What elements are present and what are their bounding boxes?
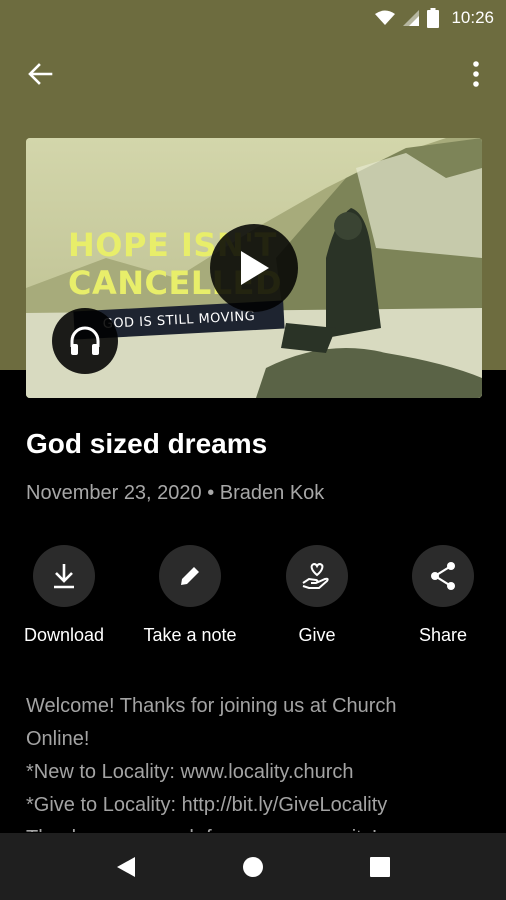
sermon-thumbnail[interactable]: HOPE ISN'T CANCELLED GOD IS STILL MOVING [26, 138, 482, 398]
take-a-note-button-circle[interactable] [159, 545, 221, 607]
nav-recents-icon [370, 857, 390, 877]
download-label: Download [23, 625, 105, 645]
share-button-circle[interactable] [412, 545, 474, 607]
take-a-note-label: Take a note [143, 625, 237, 645]
status-bar: 10:26 [0, 0, 506, 38]
pencil-icon [181, 567, 199, 585]
more-vert-icon [473, 61, 479, 87]
system-navigation-bar [0, 833, 506, 900]
sermon-meta: November 23, 2020 • Braden Kok [26, 482, 325, 504]
play-icon [241, 251, 269, 285]
description-line: *New to Locality: www.locality.church [26, 761, 354, 783]
share-button[interactable]: Share [380, 545, 506, 646]
share-label: Share [418, 625, 468, 645]
status-time: 10:26 [451, 8, 494, 27]
download-button[interactable]: Download [1, 545, 127, 646]
cell-signal-icon [403, 10, 420, 26]
description-line: *Give to Locality: http://bit.ly/GiveLoc… [26, 794, 388, 816]
nav-back-icon [117, 857, 135, 877]
arrow-left-icon [28, 63, 53, 85]
share-icon [431, 562, 455, 590]
nav-home-icon [243, 857, 263, 877]
description-line: Welcome! Thanks for joining us at Church [26, 695, 397, 717]
description-line: Online! [26, 728, 90, 750]
sermon-title: God sized dreams [26, 428, 268, 459]
audio-button[interactable] [52, 308, 118, 374]
give-hand-heart-icon [302, 562, 329, 589]
battery-icon [427, 8, 440, 28]
nav-back-button[interactable] [112, 853, 140, 881]
take-a-note-button[interactable]: Take a note [127, 545, 253, 646]
thumbnail-banner-text: GOD IS STILL MOVING [102, 308, 256, 332]
nav-home-button[interactable] [239, 853, 267, 881]
back-button[interactable] [22, 58, 58, 90]
play-button[interactable] [210, 224, 298, 312]
download-icon [54, 564, 74, 589]
more-options-button[interactable] [464, 56, 488, 92]
give-button[interactable]: Give [254, 545, 380, 646]
wifi-icon [375, 10, 396, 25]
download-button-circle[interactable] [33, 545, 95, 607]
sermon-description: Welcome! Thanks for joining us at Church… [26, 690, 486, 832]
description-line: Thank you so much for your generosity! [26, 822, 486, 832]
give-label: Give [298, 625, 336, 645]
nav-recents-button[interactable] [366, 853, 394, 881]
headphones-icon [70, 326, 100, 355]
give-button-circle[interactable] [286, 545, 348, 607]
